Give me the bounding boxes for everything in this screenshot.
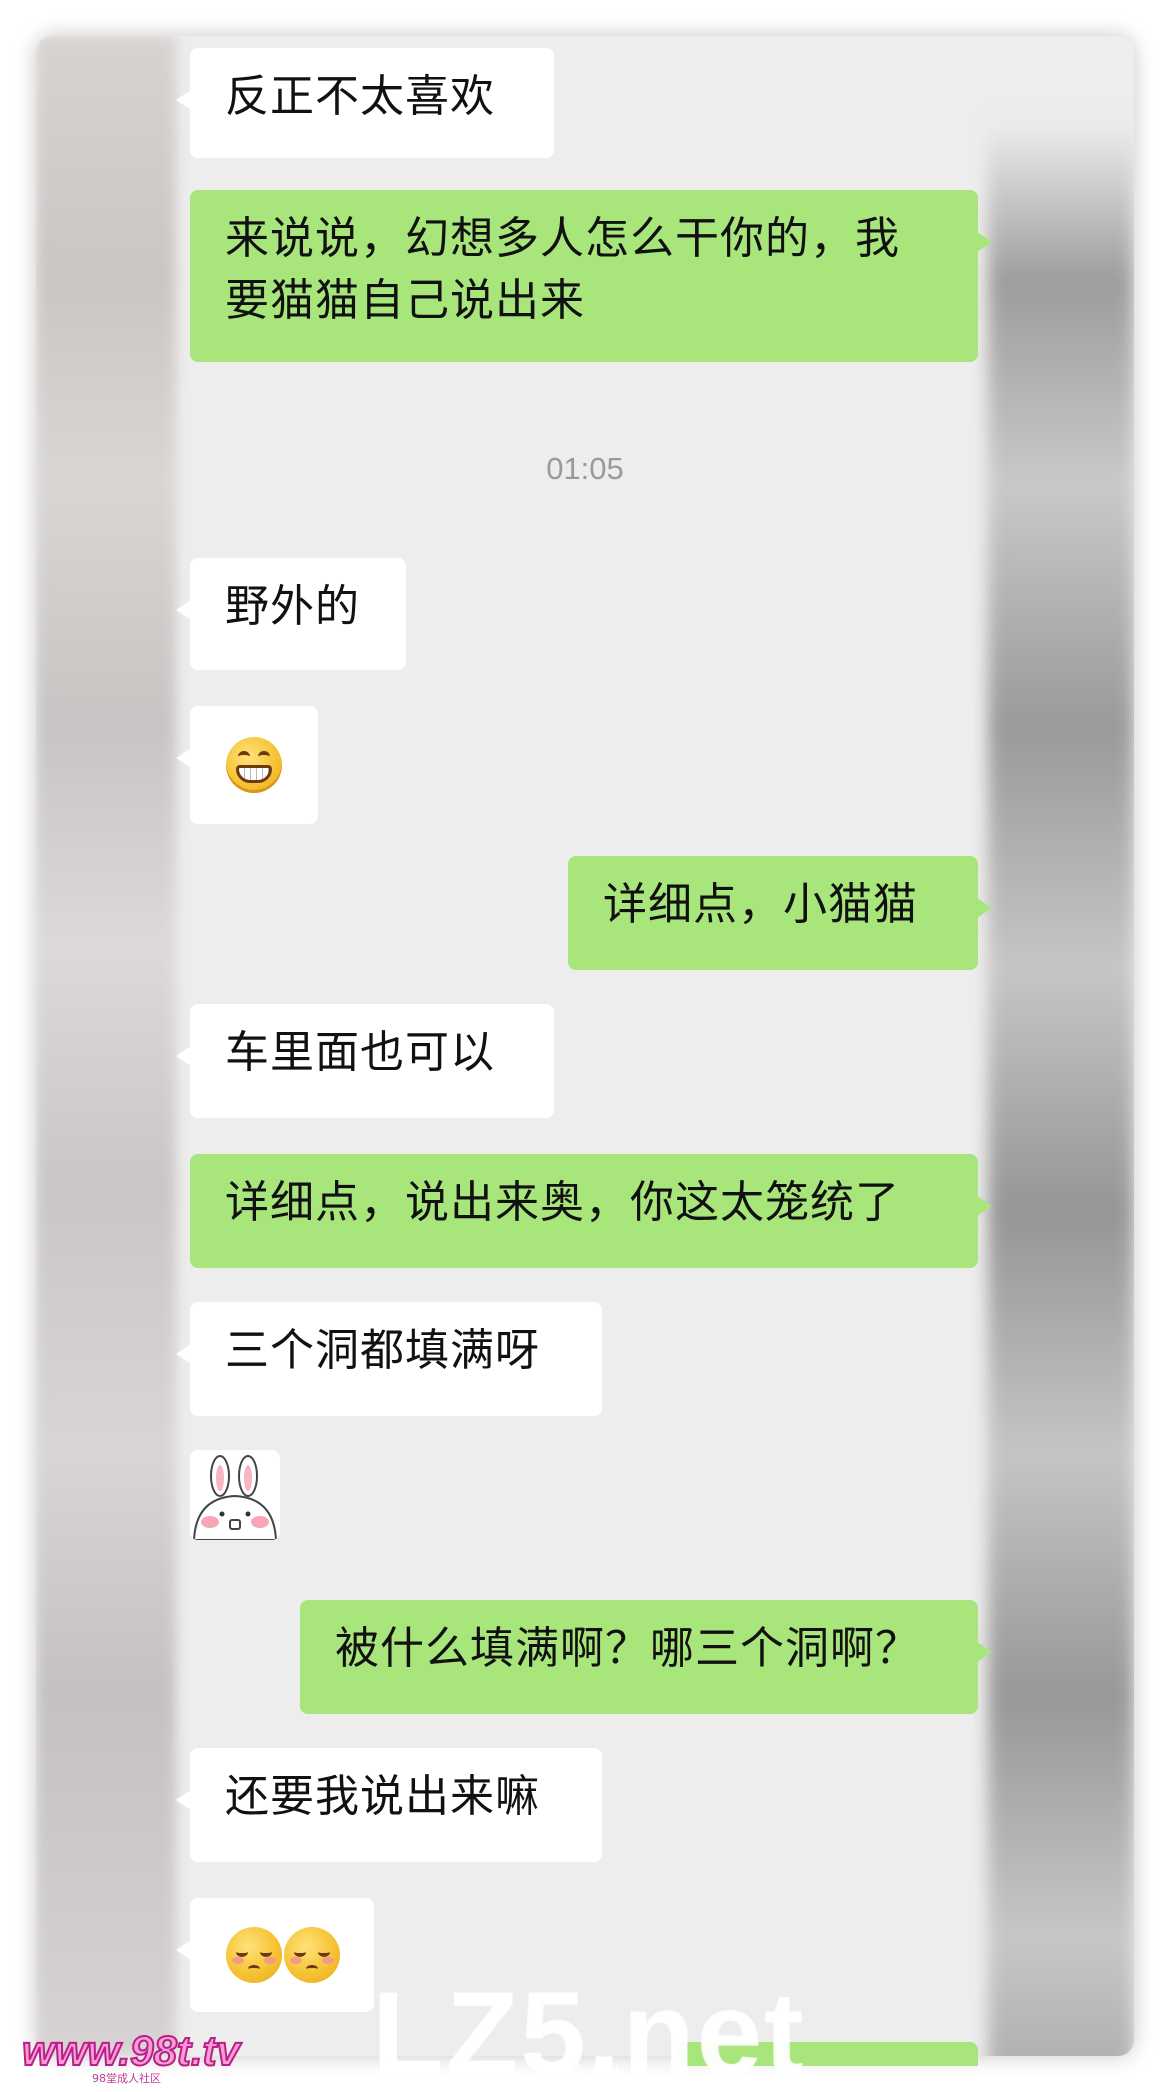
shy-face-icon [226,1927,282,1983]
message-bubble-received[interactable]: 还要我说出来嘛 [176,1748,602,1862]
watermark-lz5-subtext: 我爱人人 [540,2064,629,2089]
message-timestamp: 01:05 [546,451,624,486]
message-bubble-received[interactable]: 野外的 [176,558,406,670]
emoji-message-received[interactable] [176,706,318,824]
watermark-98t-subtext: 98堂成人社区 [92,2072,161,2085]
message-bubble-sent[interactable]: 详细点，说出来奥，你这太笼统了 [190,1154,992,1268]
emoji-message-received[interactable] [176,1898,374,2012]
blurred-avatar-column-right [988,121,1134,2056]
bunny-sticker-graphic [190,1450,280,1540]
message-bubble-received[interactable]: 车里面也可以 [176,1004,554,1118]
shy-face-icon [284,1927,340,1983]
message-bubble-sent[interactable]: 详细点，小猫猫 [568,856,992,970]
message-bubble-sent[interactable]: 来说说，幻想多人怎么干你的，我 要猫猫自己说出来 [190,190,992,362]
grinning-face-icon [226,737,282,793]
blurred-avatar-column [36,36,176,2056]
message-bubble-sent[interactable]: 被什么填满啊？哪三个洞啊？ [300,1600,992,1714]
message-bubble-received[interactable]: 反正不太喜欢 [176,48,554,158]
screenshot-page: 反正不太喜欢 来说说，幻想多人怎么干你的，我 要猫猫自己说出来 01:05 野外… [0,0,1170,2092]
message-bubble-received[interactable]: 三个洞都填满呀 [176,1302,602,1416]
watermark-98t: www.98t.tv [21,2027,241,2074]
bunny-sticker-icon[interactable] [190,1450,280,1540]
